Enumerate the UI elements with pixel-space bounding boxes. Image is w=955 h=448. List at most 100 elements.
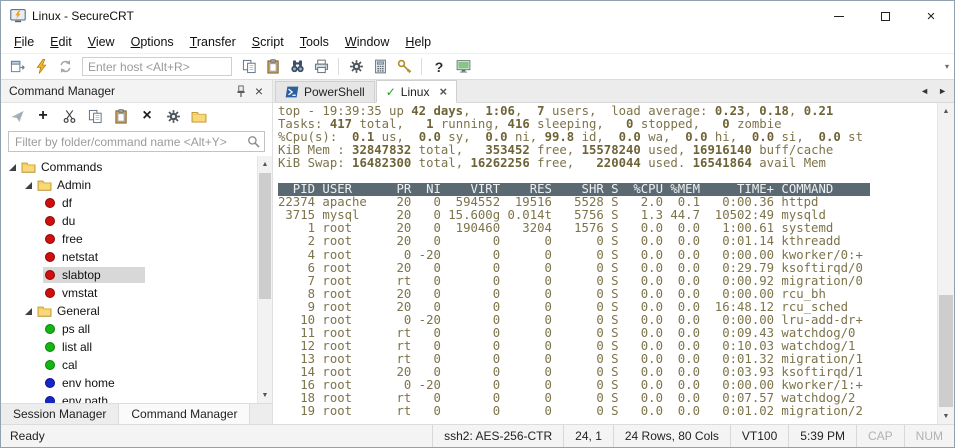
tree-label: cal [62, 358, 77, 372]
pin-icon[interactable] [232, 82, 250, 100]
pane-tab-command-manager[interactable]: Command Manager [119, 404, 250, 424]
delete-icon[interactable]: × [136, 105, 158, 127]
copy-icon[interactable] [84, 105, 106, 127]
red-dot-icon [45, 234, 55, 244]
red-dot-icon [45, 252, 55, 262]
add-icon[interactable]: + [32, 105, 54, 127]
tree-item-env-path[interactable]: env path [1, 392, 272, 403]
scroll-tabs-left-icon[interactable]: ◄ [920, 86, 929, 96]
send-icon[interactable] [6, 105, 28, 127]
tree-item-inner: cal [43, 357, 81, 373]
close-button[interactable]: × [908, 1, 954, 31]
tree-folder-admin[interactable]: Admin [1, 176, 272, 194]
terminal-screen[interactable]: top - 19:39:35 up 42 days, 1:06, 7 users… [273, 103, 954, 424]
key-icon[interactable] [393, 56, 415, 78]
tree-item-inner: slabtop [43, 267, 145, 283]
red-dot-icon [45, 216, 55, 226]
capture-icon[interactable] [452, 56, 474, 78]
scroll-up-icon[interactable]: ▲ [938, 103, 954, 119]
tree-label: netstat [62, 250, 98, 264]
close-tab-icon[interactable]: × [439, 85, 447, 98]
process-row: 12 root rt 0 0 0 0 S 0.0 0.0 0:10.03 wat… [278, 340, 870, 353]
maximize-icon [881, 12, 890, 21]
tree-root-commands[interactable]: Commands [1, 158, 272, 176]
toolbar-separator [338, 58, 339, 75]
process-row: 6 root 20 0 0 0 0 S 0.0 0.0 0:29.79 ksof… [278, 262, 870, 275]
menu-help[interactable]: Help [397, 32, 439, 52]
terminal-scrollbar-thumb[interactable] [939, 295, 953, 407]
minimize-button[interactable] [816, 1, 862, 31]
help-icon[interactable]: ? [428, 56, 450, 78]
menu-window[interactable]: Window [337, 32, 397, 52]
cut-icon[interactable] [58, 105, 80, 127]
menu-tools[interactable]: Tools [292, 32, 337, 52]
menu-options[interactable]: Options [123, 32, 182, 52]
green-dot-icon [45, 360, 55, 370]
paste-icon[interactable] [110, 105, 132, 127]
gear-icon[interactable] [345, 56, 367, 78]
reconnect-icon[interactable] [54, 56, 76, 78]
pane-tab-session-manager[interactable]: Session Manager [1, 404, 119, 424]
tree-label: df [62, 196, 72, 210]
check-icon: ✓ [386, 86, 396, 98]
tree-scrollbar-thumb[interactable] [259, 173, 271, 299]
tree-item-vmstat[interactable]: vmstat [1, 284, 272, 302]
tab-linux[interactable]: ✓ Linux × [376, 80, 457, 103]
toolbar-separator [421, 58, 422, 75]
terminal-scrollbar[interactable]: ▲ ▼ [937, 103, 954, 424]
tree-item-cal[interactable]: cal [1, 356, 272, 374]
session-panel-icon[interactable] [6, 56, 28, 78]
scroll-up-icon[interactable]: ▲ [258, 156, 272, 172]
folder-icon [37, 179, 52, 191]
close-pane-icon[interactable]: × [250, 82, 268, 100]
tree-item-netstat[interactable]: netstat [1, 248, 272, 266]
window-controls: × [816, 1, 954, 31]
find-icon[interactable] [286, 56, 308, 78]
terminal-line: KiB Swap: 16482300 total, 16262256 free,… [278, 157, 870, 170]
tree-folder-general[interactable]: General [1, 302, 272, 320]
print-icon[interactable] [310, 56, 332, 78]
scroll-tabs-right-icon[interactable]: ► [938, 86, 947, 96]
pane-header: Command Manager × [1, 80, 272, 103]
tab-powershell[interactable]: PowerShell [275, 81, 375, 102]
tree-item-env-home[interactable]: env home [1, 374, 272, 392]
folder-icon [21, 161, 36, 173]
tree-label: slabtop [62, 268, 101, 282]
menu-edit[interactable]: Edit [42, 32, 80, 52]
menu-view[interactable]: View [80, 32, 123, 52]
tree-item-inner: du [43, 213, 79, 229]
tree-item-inner: ps all [43, 321, 94, 337]
copy-icon[interactable] [238, 56, 260, 78]
expanded-twisty-icon[interactable] [25, 182, 32, 189]
tree-item-slabtop[interactable]: slabtop [1, 266, 272, 284]
tree-item-free[interactable]: free [1, 230, 272, 248]
tree-scrollbar[interactable]: ▲ ▼ [257, 156, 272, 403]
gear-icon[interactable] [162, 105, 184, 127]
menu-transfer[interactable]: Transfer [182, 32, 244, 52]
tree-item-list-all[interactable]: list all [1, 338, 272, 356]
pane-tab-bar: Session ManagerCommand Manager [1, 403, 272, 424]
process-row: 19 root rt 0 0 0 0 S 0.0 0.0 0:01.02 mig… [278, 405, 870, 418]
menu-script[interactable]: Script [244, 32, 292, 52]
tab-label: Linux [401, 85, 430, 99]
tree-item-ps-all[interactable]: ps all [1, 320, 272, 338]
expanded-twisty-icon[interactable] [9, 164, 16, 171]
tree-item-du[interactable]: du [1, 212, 272, 230]
maximize-button[interactable] [862, 1, 908, 31]
status-5-39-pm: 5:39 PM [788, 425, 856, 447]
host-input[interactable] [82, 57, 232, 76]
scroll-down-icon[interactable]: ▼ [258, 387, 272, 403]
tree-item-df[interactable]: df [1, 194, 272, 212]
expanded-twisty-icon[interactable] [25, 308, 32, 315]
paste-icon[interactable] [262, 56, 284, 78]
toolbar-overflow-icon[interactable]: ▾ [945, 62, 954, 71]
folder-new-icon[interactable] [188, 105, 210, 127]
menu-file[interactable]: File [6, 32, 42, 52]
terminal-panel: PowerShell ✓ Linux × ◄ ► top - 19:39:35 up 42… [273, 80, 954, 424]
quick-connect-icon[interactable] [30, 56, 52, 78]
filter-input[interactable] [8, 131, 265, 152]
keypad-icon[interactable] [369, 56, 391, 78]
red-dot-icon [45, 288, 55, 298]
scroll-down-icon[interactable]: ▼ [938, 408, 954, 424]
folder-icon [37, 305, 52, 317]
